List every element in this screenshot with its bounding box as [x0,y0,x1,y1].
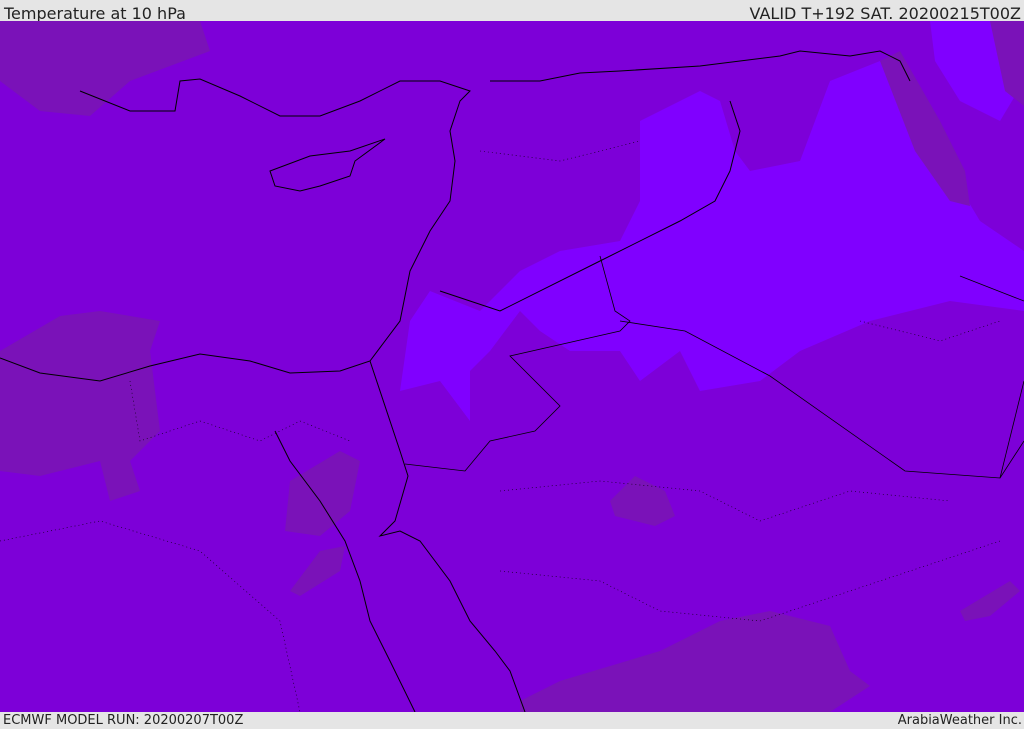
brand-label: ArabiaWeather Inc. [897,713,1022,728]
footer-bar: ECMWF MODEL RUN: 20200207T00Z ArabiaWeat… [0,712,1024,729]
header-bar: Temperature at 10 hPa VALID T+192 SAT. 2… [0,0,1024,23]
model-run-label: ECMWF MODEL RUN: 20200207T00Z [3,713,244,728]
temperature-map [0,21,1024,712]
